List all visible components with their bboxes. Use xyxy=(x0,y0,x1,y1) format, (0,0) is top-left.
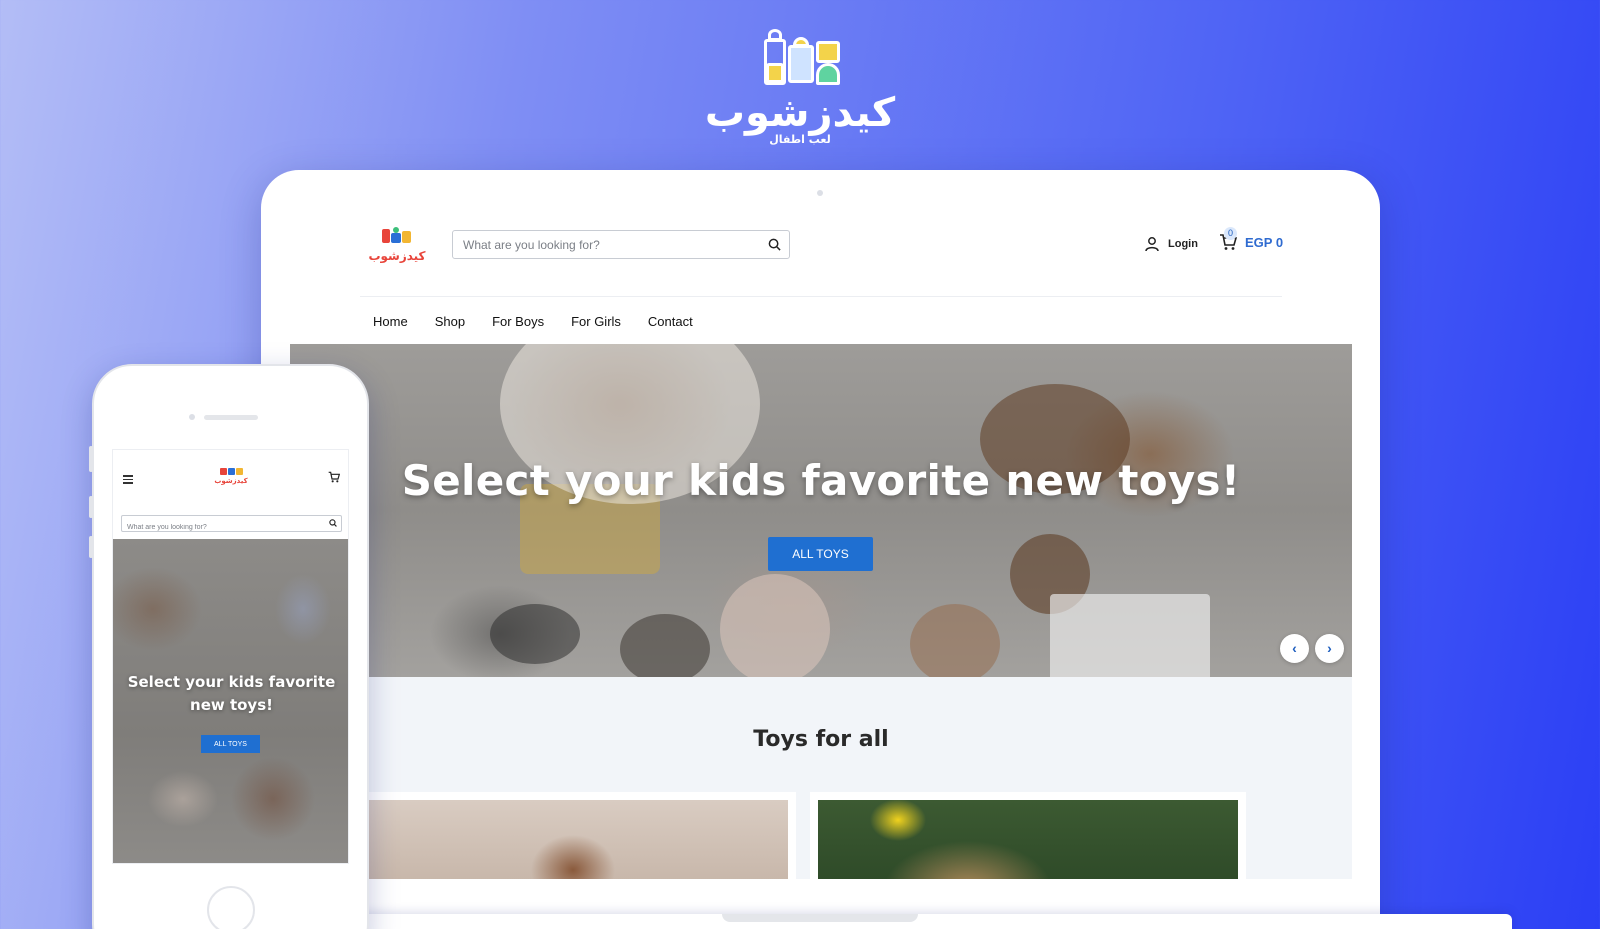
hero-photo-book xyxy=(1050,594,1210,677)
search-icon[interactable] xyxy=(329,519,337,527)
phone-side-button xyxy=(89,496,93,518)
brand-name: كيدزشوب xyxy=(704,90,896,136)
mobile-search-input[interactable] xyxy=(122,520,322,535)
desktop-mockup: كيدزشوب Login xyxy=(261,170,1380,929)
mobile-logo-text: كيدزشوب xyxy=(214,477,248,485)
site-logo-text: كيدزشوب xyxy=(368,249,426,263)
hero-banner: Select your kids favorite new toys! ALL … xyxy=(290,344,1352,677)
nav-item-shop[interactable]: Shop xyxy=(435,314,465,329)
all-toys-button[interactable]: ALL TOYS xyxy=(768,537,873,571)
mobile-logo[interactable]: كيدزشوب xyxy=(213,468,249,485)
phone-side-button xyxy=(89,446,93,472)
camera-dot xyxy=(817,190,823,196)
category-image xyxy=(818,800,1238,879)
mobile-hero-title: Select your kids favorite new toys! xyxy=(127,673,336,714)
user-icon xyxy=(1145,237,1159,252)
mobile-all-toys-button[interactable]: ALL TOYS xyxy=(201,735,260,753)
nav-item-home[interactable]: Home xyxy=(373,314,408,329)
category-image xyxy=(368,800,788,879)
desktop-screen: كيدزشوب Login xyxy=(290,207,1352,879)
search-input[interactable] xyxy=(453,231,753,258)
phone-screen: كيدزشوب Select your kids favorite new to… xyxy=(112,449,349,864)
cart-icon[interactable] xyxy=(328,470,340,484)
mobile-header: كيدزشوب xyxy=(113,450,348,508)
toys-section: Toys for all xyxy=(290,677,1352,879)
search-icon[interactable] xyxy=(768,238,781,251)
header-divider xyxy=(360,296,1282,297)
chevron-left-icon[interactable]: ‹ xyxy=(1280,634,1309,663)
phone-mockup: كيدزشوب Select your kids favorite new to… xyxy=(89,364,369,929)
site-logo[interactable]: كيدزشوب xyxy=(366,227,428,269)
search-bar[interactable] xyxy=(452,230,790,259)
hero-title: Select your kids favorite new toys! xyxy=(401,456,1241,505)
hero-photo-toy xyxy=(720,574,830,677)
laptop-base xyxy=(257,914,1512,929)
laptop-notch xyxy=(722,914,918,922)
hero-photo-toy xyxy=(620,614,710,677)
phone-side-button xyxy=(89,536,93,558)
brand-logo: كيدزشوب لعب اطفال xyxy=(700,25,900,155)
phone-home-button xyxy=(207,886,255,929)
phone-camera xyxy=(189,414,195,420)
hamburger-menu-icon[interactable] xyxy=(123,475,133,484)
mobile-hero-banner: Select your kids favorite new toys! ALL … xyxy=(113,539,348,863)
phone-speaker xyxy=(204,415,258,420)
nav-item-for-girls[interactable]: For Girls xyxy=(571,314,621,329)
mobile-search-bar[interactable] xyxy=(121,515,342,535)
section-title: Toys for all xyxy=(753,727,889,752)
cart-count-badge: 0 xyxy=(1224,227,1237,240)
login-link[interactable]: Login xyxy=(1144,236,1198,252)
category-card[interactable] xyxy=(360,792,796,879)
main-nav: Home Shop For Boys For Girls Contact xyxy=(373,314,693,329)
nav-item-for-boys[interactable]: For Boys xyxy=(492,314,544,329)
toy-blocks-icon xyxy=(752,25,848,91)
cart-total: EGP 0 xyxy=(1245,234,1284,250)
cart-button[interactable]: 0 EGP 0 xyxy=(1219,227,1284,251)
category-card[interactable] xyxy=(810,792,1246,879)
hero-photo-toy xyxy=(910,604,1000,677)
site-header: كيدزشوب Login xyxy=(290,207,1352,297)
hero-photo-toy xyxy=(490,604,580,664)
chevron-right-icon[interactable]: › xyxy=(1315,634,1344,663)
nav-item-contact[interactable]: Contact xyxy=(648,314,693,329)
login-label: Login xyxy=(1168,238,1198,250)
